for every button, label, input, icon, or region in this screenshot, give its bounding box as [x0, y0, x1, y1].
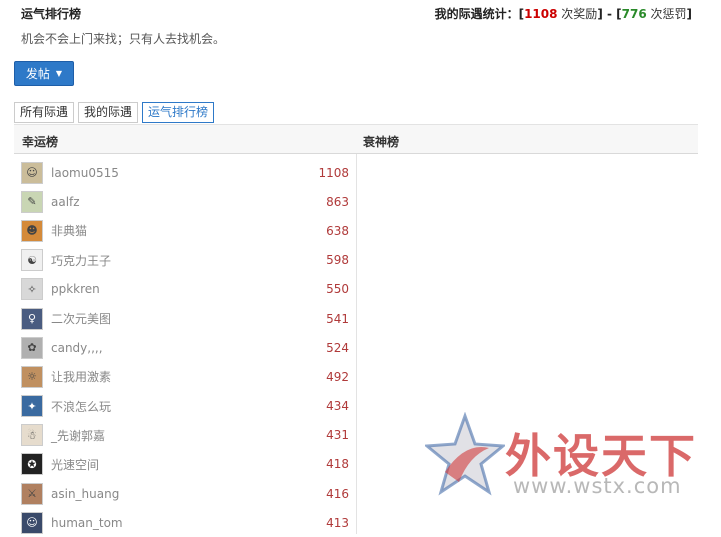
user-name-link[interactable]: 不浪怎么玩 — [51, 398, 111, 415]
list-item: ☯ 巧克力王子 598 — [21, 246, 351, 275]
list-item: ☼ 让我用激素 492 — [21, 362, 351, 391]
luck-score: 416 — [326, 486, 349, 501]
user-name-link[interactable]: ppkkren — [51, 282, 100, 296]
tab-my-encounters[interactable]: 我的际遇 — [78, 102, 139, 123]
lucky-column-title: 幸运榜 — [22, 135, 59, 149]
site-watermark: 外设天下 www.wstx.com — [425, 410, 715, 510]
luck-score: 550 — [326, 282, 349, 297]
user-name-link[interactable]: 让我用激素 — [51, 368, 111, 385]
penalties-count: 776 — [621, 7, 647, 21]
list-item: ✦ 不浪怎么玩 434 — [21, 392, 351, 421]
list-item: ♀ 二次元美图 541 — [21, 304, 351, 333]
post-button[interactable]: 发帖 ▼ — [14, 61, 74, 86]
user-name-link[interactable]: candy,,,, — [51, 341, 103, 355]
luck-stats: 我的际遇统计：[1108 次奖励] - [776 次惩罚] — [435, 5, 692, 22]
stats-separator: ] - [ — [597, 7, 622, 21]
tab-luck-ranking[interactable]: 运气排行榜 — [142, 102, 215, 123]
character-avatar-icon[interactable]: ☼ — [21, 365, 43, 388]
anime-avatar-icon[interactable]: ✧ — [21, 278, 43, 301]
ranking-header: 幸运榜 衰神榜 — [14, 124, 698, 154]
list-item: ☻ 非典猫 638 — [21, 216, 351, 245]
luck-score: 413 — [326, 515, 349, 530]
candy-avatar-icon[interactable]: ✿ — [21, 336, 43, 359]
cat-avatar-icon[interactable]: ☻ — [21, 219, 43, 242]
stats-label: 我的际遇统计： — [434, 7, 519, 21]
user-name-link[interactable]: aalfz — [51, 195, 80, 209]
list-item: ☺ laomu0515 1108 — [21, 158, 351, 187]
anime-girl-avatar-icon[interactable]: ♀ — [21, 307, 43, 330]
luck-score: 863 — [326, 194, 349, 209]
luck-score: 598 — [326, 253, 349, 268]
star-logo-icon — [425, 412, 505, 496]
sketch-avatar-icon[interactable]: ✎ — [21, 190, 43, 213]
post-button-label: 发帖 — [25, 67, 50, 81]
stats-close-bracket: ] — [686, 7, 692, 21]
luck-score: 638 — [326, 223, 349, 238]
rewards-count: 1108 — [524, 7, 558, 21]
luck-score: 1108 — [318, 165, 349, 180]
list-item: ✎ aalfz 863 — [21, 187, 351, 216]
user-name-link[interactable]: _先谢郭嘉 — [51, 427, 105, 444]
list-item: ✿ candy,,,, 524 — [21, 333, 351, 362]
list-item: ✪ 光速空间 418 — [21, 450, 351, 479]
blue-character-avatar-icon[interactable]: ✦ — [21, 395, 43, 418]
unlucky-column-title: 衰神榜 — [363, 135, 400, 149]
lucky-list: ☺ laomu0515 1108 ✎ aalfz 863 ☻ 非典猫 638 ☯ 巧克力王子 598 ✧… — [21, 158, 351, 537]
luck-score: 431 — [326, 428, 349, 443]
luck-score: 418 — [326, 457, 349, 472]
user-name-link[interactable]: 非典猫 — [51, 222, 87, 239]
user-name-link[interactable]: human_tom — [51, 516, 123, 530]
watermark-url: www.wstx.com — [513, 474, 682, 498]
list-item: ☺ human_tom 413 — [21, 508, 351, 537]
column-divider — [356, 154, 357, 534]
tab-all-encounters[interactable]: 所有际遇 — [14, 102, 75, 123]
soldier-avatar-icon[interactable]: ☺ — [21, 161, 43, 184]
user-name-link[interactable]: 光速空间 — [51, 456, 99, 473]
list-item: ✧ ppkkren 550 — [21, 275, 351, 304]
figure-avatar-icon[interactable]: ☃ — [21, 424, 43, 447]
warrior-avatar-icon[interactable]: ⚔ — [21, 482, 43, 505]
list-item: ⚔ asin_huang 416 — [21, 479, 351, 508]
person-avatar-icon[interactable]: ☺ — [21, 511, 43, 534]
luck-score: 434 — [326, 399, 349, 414]
tab-bar: 所有际遇 我的际遇 运气排行榜 — [14, 102, 215, 123]
motto-text: 机会不会上门来找；只有人去找机会。 — [21, 32, 226, 46]
list-item: ☃ _先谢郭嘉 431 — [21, 421, 351, 450]
luck-score: 541 — [326, 311, 349, 326]
page-title: 运气排行榜 — [21, 7, 82, 21]
user-name-link[interactable]: asin_huang — [51, 487, 119, 501]
user-name-link[interactable]: 二次元美图 — [51, 310, 111, 327]
penalties-label: 次惩罚 — [646, 7, 687, 21]
watermark-title: 外设天下 — [505, 429, 697, 483]
panda-avatar-icon[interactable]: ☯ — [21, 249, 43, 272]
luck-score: 492 — [326, 369, 349, 384]
space-avatar-icon[interactable]: ✪ — [21, 453, 43, 476]
rewards-label: 次奖励 — [557, 7, 598, 21]
user-name-link[interactable]: laomu0515 — [51, 166, 119, 180]
chevron-down-icon: ▼ — [55, 69, 63, 78]
luck-score: 524 — [326, 340, 349, 355]
user-name-link[interactable]: 巧克力王子 — [51, 252, 111, 269]
